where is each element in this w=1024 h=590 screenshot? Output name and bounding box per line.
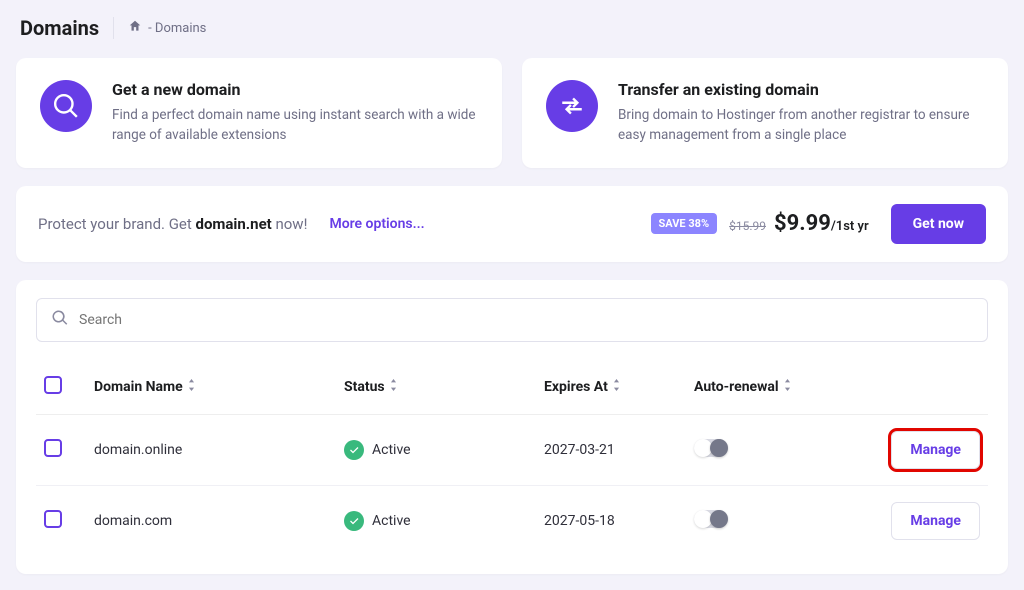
search-icon — [51, 309, 69, 331]
check-icon — [344, 440, 364, 460]
price-unit: /1st yr — [831, 219, 869, 234]
card-title: Transfer an existing domain — [618, 80, 984, 99]
search-input-wrap[interactable] — [36, 298, 988, 342]
table-row: domain.online Active 2027-03-21 Manage — [36, 414, 988, 485]
header-divider — [113, 17, 114, 39]
col-header-expires[interactable]: Expires At — [536, 360, 686, 415]
sort-icon — [187, 379, 196, 394]
col-header-auto-renewal[interactable]: Auto-renewal — [686, 360, 866, 415]
domain-name-cell: domain.online — [86, 414, 336, 485]
search-input[interactable] — [79, 312, 973, 328]
breadcrumb-text: - Domains — [148, 21, 206, 36]
promo-banner: Protect your brand. Get domain.net now! … — [16, 186, 1008, 262]
select-all-checkbox[interactable] — [44, 376, 62, 394]
more-options-link[interactable]: More options... — [329, 216, 424, 232]
sort-icon — [783, 379, 792, 394]
home-icon[interactable] — [128, 19, 142, 37]
auto-renewal-toggle[interactable] — [694, 439, 728, 457]
table-row: domain.com Active 2027-05-18 Manage — [36, 485, 988, 556]
expires-cell: 2027-05-18 — [536, 485, 686, 556]
transfer-icon — [546, 80, 598, 132]
card-get-new-domain[interactable]: Get a new domain Find a perfect domain n… — [16, 58, 502, 168]
price-block: $15.99 $9.99/1st yr — [729, 211, 869, 236]
promo-text: Protect your brand. Get domain.net now! — [38, 215, 307, 233]
sort-icon — [612, 379, 621, 394]
card-title: Get a new domain — [112, 80, 478, 99]
domain-name-cell: domain.com — [86, 485, 336, 556]
status-label: Active — [372, 442, 411, 458]
card-transfer-domain[interactable]: Transfer an existing domain Bring domain… — [522, 58, 1008, 168]
row-checkbox[interactable] — [44, 439, 62, 457]
check-icon — [344, 511, 364, 531]
old-price: $15.99 — [729, 219, 766, 233]
card-subtitle: Bring domain to Hostinger from another r… — [618, 105, 984, 146]
status-label: Active — [372, 513, 411, 529]
auto-renewal-toggle[interactable] — [694, 510, 728, 528]
page-title: Domains — [20, 16, 99, 40]
domains-table-card: Domain Name Status Expires At Auto-renew… — [16, 280, 1008, 574]
row-checkbox[interactable] — [44, 510, 62, 528]
price: $9.99 — [774, 211, 831, 236]
col-header-status[interactable]: Status — [336, 360, 536, 415]
save-badge: SAVE 38% — [651, 213, 718, 234]
manage-button[interactable]: Manage — [891, 502, 980, 540]
card-subtitle: Find a perfect domain name using instant… — [112, 105, 478, 146]
sort-icon — [389, 379, 398, 394]
manage-highlight: Manage — [891, 431, 980, 469]
search-icon — [40, 80, 92, 132]
expires-cell: 2027-03-21 — [536, 414, 686, 485]
domains-table: Domain Name Status Expires At Auto-renew… — [36, 360, 988, 556]
get-now-button[interactable]: Get now — [891, 204, 986, 244]
breadcrumb[interactable]: - Domains — [128, 19, 206, 37]
col-header-name[interactable]: Domain Name — [86, 360, 336, 415]
manage-button[interactable]: Manage — [891, 431, 980, 469]
